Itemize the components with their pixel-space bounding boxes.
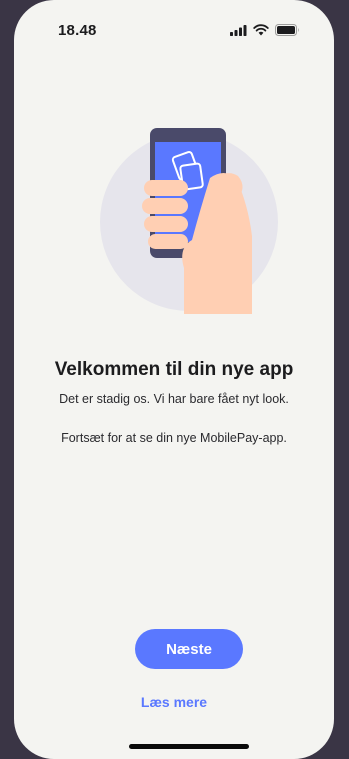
wifi-icon	[253, 24, 269, 36]
page-subtitle: Det er stadig os. Vi har bare fået nyt l…	[59, 392, 289, 406]
read-more-link[interactable]: Læs mere	[14, 694, 334, 710]
battery-icon	[275, 24, 299, 36]
home-indicator[interactable]	[129, 744, 249, 749]
status-icons	[230, 24, 300, 36]
page-body-text: Fortsæt for at se din nye MobilePay-app.	[61, 431, 287, 445]
next-button[interactable]: Næste	[135, 629, 243, 669]
phone-in-hand-icon	[100, 128, 278, 314]
app-screen: 18.48 Velkommen til din nye app Det er s…	[14, 0, 334, 759]
status-time: 18.48	[58, 22, 97, 39]
signal-icon	[230, 24, 247, 36]
status-bar: 18.48	[14, 0, 334, 50]
page-title: Velkommen til din nye app	[54, 359, 294, 380]
